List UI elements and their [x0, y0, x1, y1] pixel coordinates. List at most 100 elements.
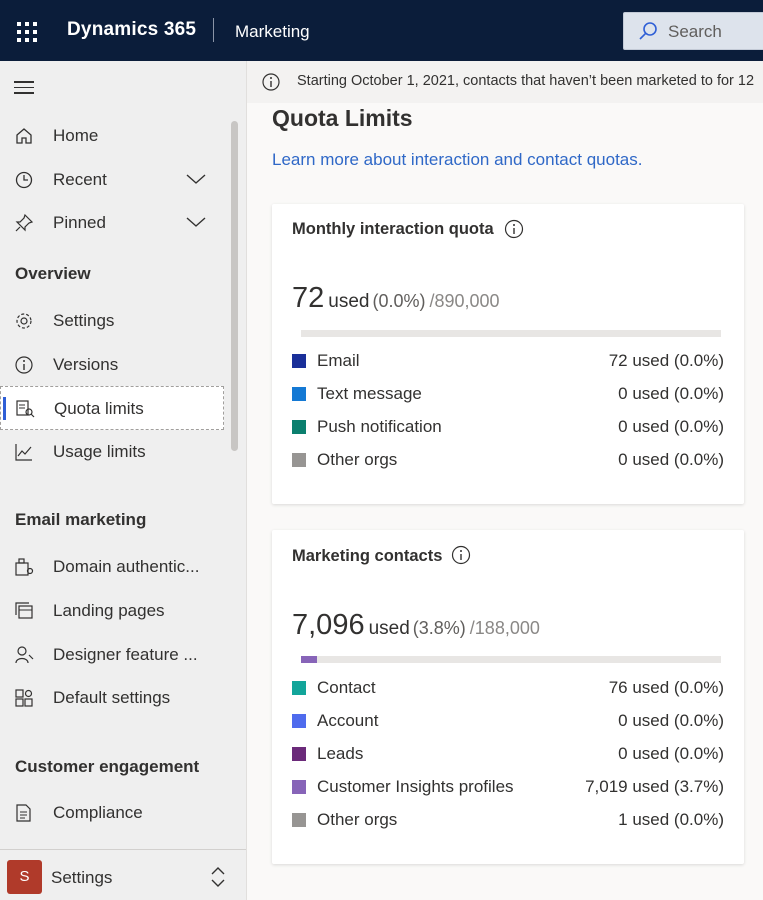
selected-indicator — [3, 397, 6, 420]
document-icon — [16, 804, 31, 822]
sidebar-item-landing-pages[interactable]: Landing pages — [0, 589, 224, 633]
legend-swatch — [292, 747, 306, 761]
notification-text: Starting October 1, 2021, contacts that … — [297, 73, 755, 89]
sidebar-item-home[interactable]: Home — [0, 114, 224, 158]
legend-swatch — [292, 453, 306, 467]
sidebar: Home Recent Pinned Overview Settings Ver… — [0, 61, 247, 900]
sidebar-item-label: Settings — [53, 311, 115, 330]
legend-row: Customer Insights profiles 7,019 used (3… — [292, 775, 724, 799]
legend-value: 1 used (0.0%) — [618, 810, 724, 829]
sidebar-item-label: Quota limits — [54, 399, 144, 418]
legend-swatch — [292, 420, 306, 434]
sidebar-item-domain-authentication[interactable]: Domain authentic... — [0, 545, 224, 589]
top-bar: Dynamics 365 Marketing Search — [0, 0, 763, 61]
legend-row: Account 0 used (0.0%) — [292, 709, 724, 733]
used-percent: (0.0%) — [372, 291, 426, 311]
product-name[interactable]: Dynamics 365 — [67, 19, 196, 41]
learn-more-link[interactable]: Learn more about interaction and contact… — [272, 150, 642, 170]
sidebar-item-quota-limits[interactable]: Quota limits — [0, 386, 224, 430]
app-name[interactable]: Marketing — [235, 22, 310, 42]
sidebar-item-recent[interactable]: Recent — [0, 158, 224, 202]
legend-value: 76 used (0.0%) — [608, 678, 724, 697]
home-icon — [16, 128, 32, 144]
domain-icon — [15, 558, 34, 576]
sidebar-item-label: Compliance — [53, 803, 143, 822]
legend-swatch — [292, 681, 306, 695]
sidebar-scrollbar[interactable] — [231, 121, 238, 451]
sidebar-item-default-settings[interactable]: Default settings — [0, 676, 224, 720]
section-title-customer-engagement: Customer engagement — [15, 757, 200, 776]
sidebar-item-label: Usage limits — [53, 442, 146, 461]
legend-row: Email 72 used (0.0%) — [292, 349, 724, 373]
legend-label: Other orgs — [317, 810, 398, 829]
clock-icon — [15, 171, 33, 189]
designer-icon — [15, 646, 34, 664]
used-count: 7,096 — [292, 609, 365, 641]
sidebar-item-settings[interactable]: Settings — [0, 299, 224, 343]
quota-total: /188,000 — [469, 618, 540, 638]
sidebar-item-usage-limits[interactable]: Usage limits — [0, 430, 224, 474]
legend-value: 0 used (0.0%) — [618, 384, 724, 403]
sidebar-item-label: Home — [53, 126, 99, 145]
area-switcher[interactable]: S Settings — [0, 849, 246, 900]
quota-icon — [16, 400, 35, 418]
used-percent: (3.8%) — [412, 618, 466, 638]
legend-swatch — [292, 387, 306, 401]
notification-bar: Starting October 1, 2021, contacts that … — [247, 61, 763, 103]
sidebar-item-versions[interactable]: Versions — [0, 343, 224, 387]
chart-icon — [15, 444, 32, 461]
search-icon — [638, 21, 658, 46]
hamburger-menu-icon[interactable] — [14, 81, 34, 98]
gear-icon — [16, 313, 32, 329]
info-icon[interactable] — [504, 219, 524, 239]
divider — [213, 18, 214, 42]
legend-value: 0 used (0.0%) — [618, 417, 724, 436]
legend-label: Text message — [317, 384, 422, 403]
area-label: Settings — [51, 868, 113, 887]
sidebar-item-designer-feature[interactable]: Designer feature ... — [0, 633, 224, 677]
usage-summary: 7,096 used (3.8%)/188,000 — [292, 609, 540, 642]
sidebar-item-label: Default settings — [53, 688, 171, 707]
page-title: Quota Limits — [272, 105, 413, 131]
legend-label: Leads — [317, 744, 364, 763]
legend-row: Contact 76 used (0.0%) — [292, 676, 724, 700]
area-avatar: S — [7, 860, 42, 894]
legend-label: Other orgs — [317, 450, 398, 469]
sidebar-item-label: Versions — [53, 355, 119, 374]
legend-value: 0 used (0.0%) — [618, 450, 724, 469]
legend-label: Customer Insights profiles — [317, 777, 514, 796]
pin-icon — [15, 213, 34, 232]
chevron-down-icon[interactable] — [186, 172, 206, 186]
legend-label: Contact — [317, 678, 376, 697]
used-count: 72 — [292, 282, 325, 314]
section-title-email-marketing: Email marketing — [15, 510, 147, 529]
sidebar-item-label: Landing pages — [53, 601, 165, 620]
usage-progress-bar — [301, 330, 721, 337]
chevron-up-down-icon[interactable] — [209, 866, 227, 888]
legend-row: Text message 0 used (0.0%) — [292, 382, 724, 406]
quota-total: /890,000 — [429, 291, 500, 311]
legend-label: Account — [317, 711, 379, 730]
info-icon — [262, 73, 280, 91]
info-icon[interactable] — [451, 545, 471, 565]
chevron-down-icon[interactable] — [186, 215, 206, 229]
used-word: used — [368, 618, 410, 639]
pages-icon — [15, 602, 33, 619]
interaction-quota-card: Monthly interaction quota 72 used (0.0%)/8… — [272, 204, 744, 504]
used-word: used — [328, 291, 370, 312]
sidebar-item-pinned[interactable]: Pinned — [0, 201, 224, 245]
section-title-overview: Overview — [15, 264, 91, 283]
usage-summary: 72 used (0.0%)/890,000 — [292, 282, 500, 315]
app-launcher-icon[interactable] — [17, 22, 37, 42]
legend-swatch — [292, 354, 306, 368]
sidebar-item-compliance[interactable]: Compliance — [0, 791, 224, 835]
settings-grid-icon — [15, 689, 33, 707]
search-box[interactable]: Search — [623, 12, 763, 50]
usage-progress-bar — [301, 656, 721, 663]
card-title: Monthly interaction quota — [292, 220, 494, 238]
legend-value: 7,019 used (3.7%) — [585, 777, 724, 796]
legend-label: Push notification — [317, 417, 442, 436]
marketing-contacts-card: Marketing contacts 7,096 used (3.8%)/188,0… — [272, 530, 744, 864]
legend-value: 72 used (0.0%) — [608, 351, 724, 370]
sidebar-item-label: Domain authentic... — [53, 557, 200, 576]
